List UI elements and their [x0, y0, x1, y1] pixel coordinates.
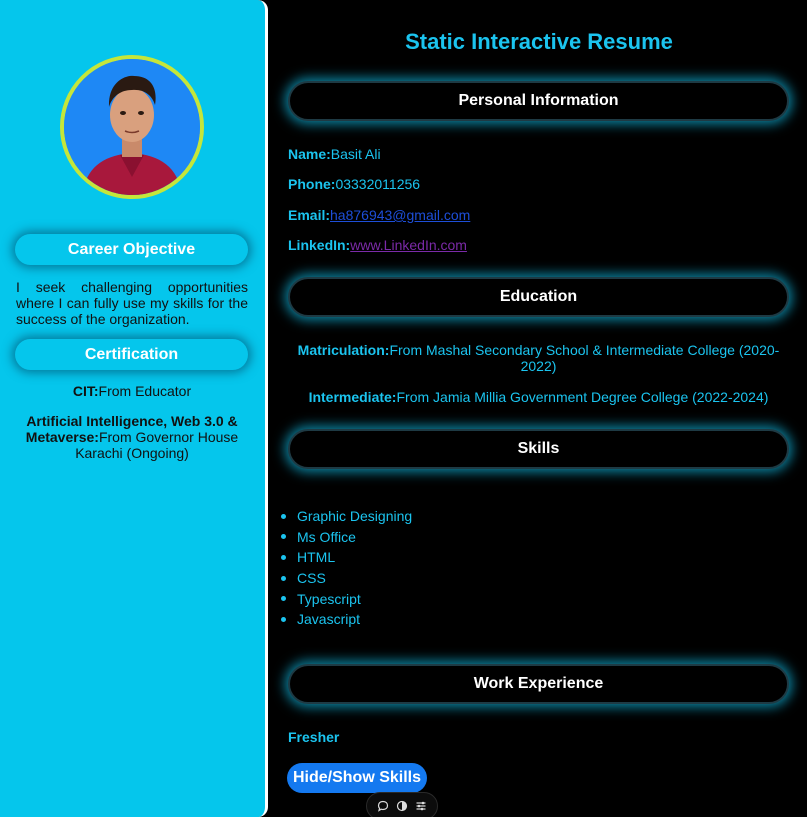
skills-list: Graphic Designing Ms Office HTML CSS Typ…	[281, 506, 412, 630]
education-label: Matriculation:	[297, 342, 390, 358]
education-item: Matriculation:From Mashal Secondary Scho…	[288, 342, 789, 374]
certification-value: From Governor House Karachi (Ongoing)	[75, 429, 239, 461]
skill-label: Ms Office	[297, 528, 356, 545]
skill-label: Graphic Designing	[297, 508, 413, 525]
name-label: Name:	[288, 146, 331, 162]
work-experience-text: Fresher	[288, 729, 340, 745]
phone-line: Phone:03332011256	[288, 176, 420, 192]
list-item: Ms Office	[281, 527, 412, 548]
sidebar: Career Objective I seek challenging oppo…	[0, 0, 268, 817]
list-item: Graphic Designing	[281, 506, 412, 527]
bullet-icon	[281, 554, 286, 560]
certification-heading: Certification	[15, 339, 248, 370]
main-content: Static Interactive Resume Personal Infor…	[271, 0, 807, 817]
email-link[interactable]: ha876943@gmail.com	[330, 207, 470, 223]
page-title: Static Interactive Resume	[405, 29, 673, 54]
education-heading: Education	[288, 277, 789, 317]
linkedin-link[interactable]: www.LinkedIn.com	[350, 237, 467, 253]
education-item: Intermediate:From Jamia Millia Governmen…	[288, 389, 789, 405]
skill-label: Typescript	[297, 590, 361, 607]
profile-photo	[60, 55, 204, 199]
name-line: Name:Basit Ali	[288, 146, 381, 162]
bullet-icon	[281, 534, 286, 540]
linkedin-label: LinkedIn:	[288, 237, 351, 253]
bullet-icon	[281, 616, 286, 622]
toggle-icon[interactable]	[396, 800, 408, 812]
certification-item: CIT:From Educator	[16, 383, 248, 399]
list-item: Javascript	[281, 609, 412, 630]
floating-toolbar	[366, 792, 438, 817]
list-item: HTML	[281, 547, 412, 568]
certification-label: CIT:	[72, 383, 99, 399]
education-label: Intermediate:	[308, 389, 397, 405]
email-line: Email:ha876943@gmail.com	[288, 207, 470, 223]
bullet-icon	[281, 575, 286, 581]
phone-label: Phone:	[288, 176, 336, 192]
career-objective-text: I seek challenging opportunities where I…	[16, 279, 248, 327]
skill-label: Javascript	[297, 611, 361, 628]
skill-label: CSS	[297, 570, 326, 587]
list-item: CSS	[281, 568, 412, 589]
certification-value: From Educator	[98, 383, 192, 399]
toggle-skills-button[interactable]: Hide/Show Skills	[287, 763, 427, 793]
list-item: Typescript	[281, 588, 412, 609]
personal-info-heading: Personal Information	[288, 81, 789, 121]
comment-icon[interactable]	[377, 800, 389, 812]
certification-item: Artificial Intelligence, Web 3.0 & Metav…	[16, 413, 248, 461]
work-experience-heading: Work Experience	[288, 664, 789, 704]
email-label: Email:	[288, 207, 331, 223]
career-objective-heading: Career Objective	[15, 234, 248, 265]
education-value: From Jamia Millia Government Degree Coll…	[396, 389, 769, 405]
bullet-icon	[281, 513, 286, 519]
bullet-icon	[281, 596, 286, 602]
linkedin-line: LinkedIn:www.LinkedIn.com	[288, 237, 467, 253]
skill-label: HTML	[297, 549, 336, 566]
name-value: Basit Ali	[330, 146, 381, 162]
education-value: From Mashal Secondary School & Intermedi…	[389, 342, 780, 374]
settings-sliders-icon[interactable]	[415, 800, 427, 812]
skills-heading: Skills	[288, 429, 789, 469]
avatar-illustration	[64, 59, 200, 195]
phone-value: 03332011256	[335, 176, 421, 192]
